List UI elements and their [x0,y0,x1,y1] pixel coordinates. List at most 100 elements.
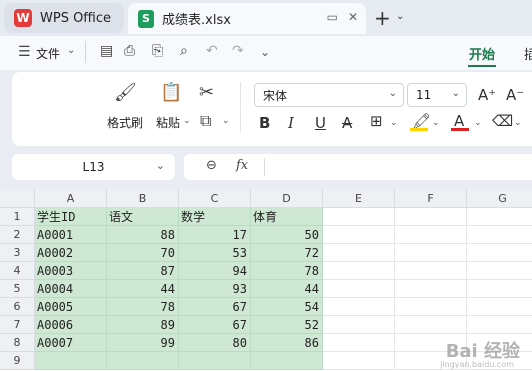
cell-b1[interactable]: 语文 [107,208,179,226]
cell-a1[interactable]: 学生ID [35,208,107,226]
cell-e2[interactable] [323,226,395,244]
cell-a8[interactable]: A0007 [35,334,107,352]
cell-e7[interactable] [323,316,395,334]
cell-d1[interactable]: 体育 [251,208,323,226]
clear-format-icon[interactable]: ⌫ [492,112,513,130]
row-header-2[interactable]: 2 [0,226,35,244]
cell-b3[interactable]: 70 [107,244,179,262]
cell-a3[interactable]: A0002 [35,244,107,262]
cell-g5[interactable] [467,280,532,298]
bold-icon[interactable]: B [259,114,270,132]
tab-home[interactable]: 开始 [469,44,495,63]
cell-b4[interactable]: 87 [107,262,179,280]
cell-f6[interactable] [395,298,467,316]
format-painter-label[interactable]: 格式刷 [107,114,143,131]
name-box[interactable]: L13 ⌄ [12,154,175,180]
cell-c4[interactable]: 94 [179,262,251,280]
cell-c8[interactable]: 80 [179,334,251,352]
border-icon[interactable]: ⊞ [370,112,383,130]
cell-e6[interactable] [323,298,395,316]
row-header-6[interactable]: 6 [0,298,35,316]
clear-caret-icon[interactable]: ⌄ [514,118,522,128]
chevron-down-icon[interactable]: ⌄ [156,159,165,172]
cell-e8[interactable] [323,334,395,352]
select-all-corner[interactable] [0,189,35,208]
file-menu-caret-icon[interactable]: ⌄ [67,45,75,56]
cell-d7[interactable]: 52 [251,316,323,334]
cell-g4[interactable] [467,262,532,280]
export-pdf-icon[interactable]: ⎙ [124,43,135,59]
fx-icon[interactable]: fx [236,158,248,173]
cell-c7[interactable]: 67 [179,316,251,334]
cell-a4[interactable]: A0003 [35,262,107,280]
decrease-font-icon[interactable]: A⁻ [506,86,524,104]
cell-d5[interactable]: 44 [251,280,323,298]
tab-insert[interactable]: 插 [524,44,532,63]
italic-icon[interactable]: I [288,114,294,132]
cell-c5[interactable]: 93 [179,280,251,298]
save-icon[interactable]: ▤ [100,43,113,59]
cell-a6[interactable]: A0005 [35,298,107,316]
redo-icon[interactable]: ↷ [232,43,244,59]
copy-icon[interactable]: ⧉ [200,111,211,131]
new-tab-button[interactable]: + [374,6,391,30]
paste-icon[interactable]: 📋 [160,82,182,103]
column-header-e[interactable]: E [323,189,395,208]
cell-d2[interactable]: 50 [251,226,323,244]
cell-a7[interactable]: A0006 [35,316,107,334]
print-icon[interactable]: ⎘ [152,43,163,59]
column-header-f[interactable]: F [395,189,467,208]
row-header-9[interactable]: 9 [0,352,35,370]
cell-e9[interactable] [323,352,395,370]
zoom-search-icon[interactable]: ⊖ [206,158,217,173]
hamburger-icon[interactable]: ☰ [18,44,31,60]
column-header-g[interactable]: G [467,189,532,208]
cell-e5[interactable] [323,280,395,298]
strikethrough-icon[interactable]: A [342,114,352,132]
border-caret-icon[interactable]: ⌄ [390,118,398,128]
file-menu[interactable]: 文件 [36,45,60,62]
paste-label[interactable]: 粘贴 [156,114,180,131]
cell-b5[interactable]: 44 [107,280,179,298]
font-size-select[interactable]: 11 ⌄ [407,83,467,107]
cell-d6[interactable]: 54 [251,298,323,316]
cell-c3[interactable]: 53 [179,244,251,262]
cell-f1[interactable] [395,208,467,226]
column-header-a[interactable]: A [35,189,107,208]
column-header-c[interactable]: C [179,189,251,208]
cell-d3[interactable]: 72 [251,244,323,262]
cell-f2[interactable] [395,226,467,244]
cell-f5[interactable] [395,280,467,298]
cell-a5[interactable]: A0004 [35,280,107,298]
format-painter-icon[interactable]: 🖌 [114,82,137,103]
column-header-b[interactable]: B [107,189,179,208]
formula-input[interactable]: ⊖ fx [184,154,532,180]
undo-icon[interactable]: ↶ [206,43,218,59]
cell-c6[interactable]: 67 [179,298,251,316]
cell-f3[interactable] [395,244,467,262]
cell-d4[interactable]: 78 [251,262,323,280]
cell-e1[interactable] [323,208,395,226]
row-header-5[interactable]: 5 [0,280,35,298]
cut-icon[interactable]: ✂ [199,82,214,103]
fill-caret-icon[interactable]: ⌄ [432,118,440,128]
cell-g2[interactable] [467,226,532,244]
cell-c9[interactable] [179,352,251,370]
cell-e4[interactable] [323,262,395,280]
cell-e3[interactable] [323,244,395,262]
underline-icon[interactable]: U [315,114,326,132]
cell-g3[interactable] [467,244,532,262]
cell-g1[interactable] [467,208,532,226]
cell-c1[interactable]: 数学 [179,208,251,226]
row-header-4[interactable]: 4 [0,262,35,280]
row-header-3[interactable]: 3 [0,244,35,262]
cell-b7[interactable]: 89 [107,316,179,334]
screen-icon[interactable]: ▭ [327,10,338,24]
cell-d9[interactable] [251,352,323,370]
cell-a2[interactable]: A0001 [35,226,107,244]
row-header-8[interactable]: 8 [0,334,35,352]
tab-document[interactable]: S 成绩表.xlsx ▭ ✕ [128,3,366,34]
cell-g6[interactable] [467,298,532,316]
print-preview-icon[interactable]: ⌕ [180,43,188,59]
cell-d8[interactable]: 86 [251,334,323,352]
